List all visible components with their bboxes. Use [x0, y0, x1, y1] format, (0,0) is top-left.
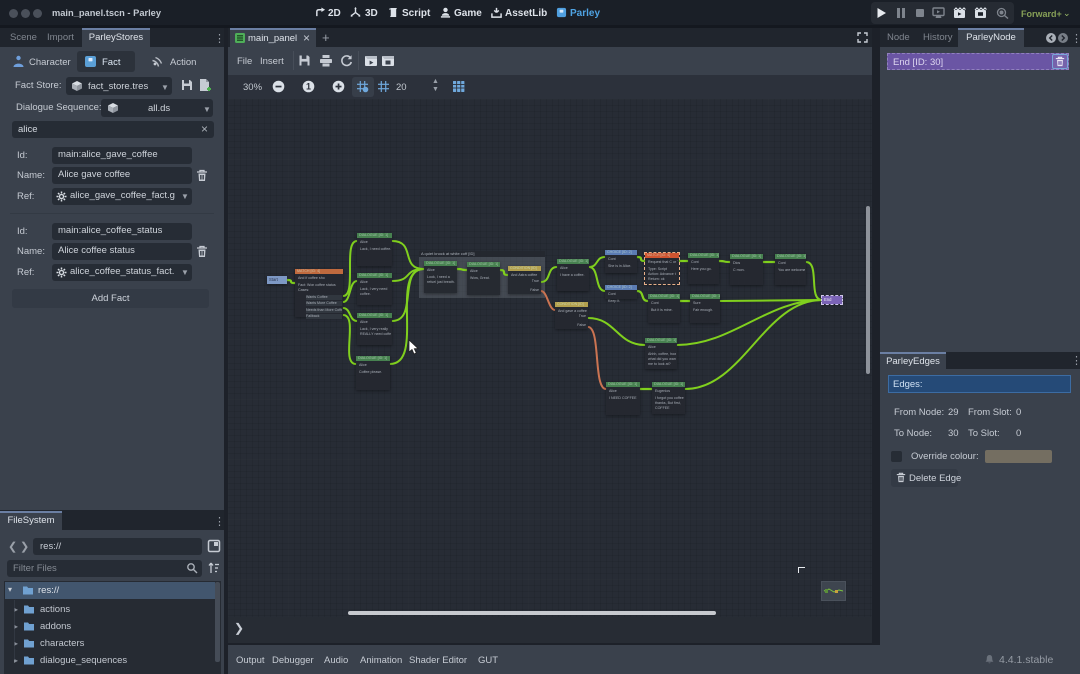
svg-text:1: 1	[306, 82, 311, 92]
